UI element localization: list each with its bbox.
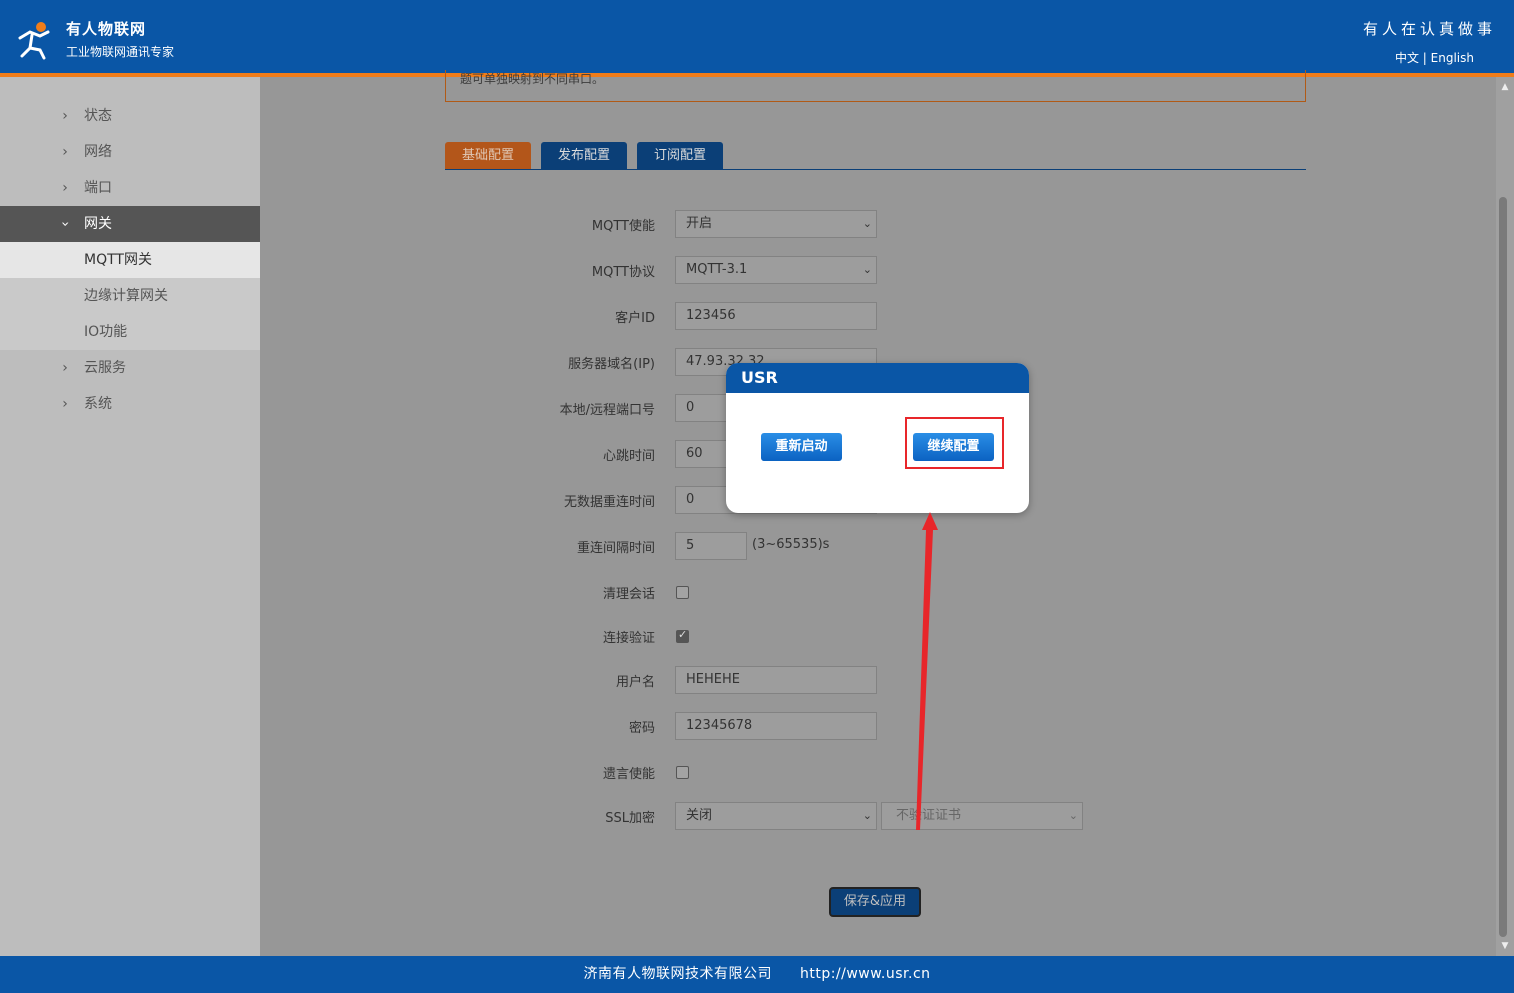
- notice-box: 题可单独映射到不同串口。: [445, 70, 1306, 102]
- chevron-right-icon: ›: [62, 108, 68, 124]
- reconnect-interval-input[interactable]: 5: [675, 532, 747, 560]
- no-data-reconnect-label: 无数据重连时间: [563, 495, 655, 510]
- select-value: 开启: [686, 216, 713, 231]
- annotation-highlight-box: [905, 417, 1004, 469]
- restart-button[interactable]: 重新启动: [761, 433, 842, 461]
- sidebar-item-label: 系统: [84, 396, 112, 412]
- lang-zh-link[interactable]: 中文: [1395, 51, 1419, 65]
- clean-session-label: 清理会话: [602, 587, 655, 602]
- tab-basic-config[interactable]: 基础配置: [445, 142, 531, 170]
- footer-url[interactable]: http://www.usr.cn: [800, 966, 931, 982]
- sidebar-item-cloud[interactable]: › 云服务: [0, 350, 260, 386]
- lang-en-link[interactable]: English: [1431, 51, 1474, 65]
- slogan: 有人在认真做事: [1362, 20, 1496, 38]
- dialog-title: USR: [726, 363, 1029, 393]
- annotation-arrow-icon: [916, 512, 938, 830]
- sidebar-item-system[interactable]: › 系统: [0, 386, 260, 422]
- will-enable-label: 遗言使能: [602, 767, 655, 782]
- scroll-down-icon[interactable]: ▼: [1496, 938, 1514, 954]
- mqtt-enable-label: MQTT使能: [591, 219, 655, 234]
- scroll-up-icon[interactable]: ▲: [1496, 79, 1514, 95]
- sidebar-subitem-label: MQTT网关: [84, 252, 152, 268]
- clean-session-checkbox[interactable]: [676, 586, 689, 599]
- scrollbar-thumb[interactable]: [1499, 197, 1507, 937]
- sidebar-subitem-label: 边缘计算网关: [84, 288, 168, 304]
- lang-separator: |: [1418, 51, 1431, 65]
- select-value: MQTT-3.1: [686, 262, 748, 277]
- chevron-down-icon: ⌄: [862, 263, 872, 276]
- sidebar-item-label: 状态: [84, 108, 112, 124]
- sidebar-item-port[interactable]: › 端口: [0, 170, 260, 206]
- sidebar-item-gateway[interactable]: › 网关: [0, 206, 260, 242]
- sidebar-item-status[interactable]: › 状态: [0, 98, 260, 134]
- sidebar-subitem-io[interactable]: IO功能: [0, 314, 260, 350]
- sidebar-subitem-mqtt-gateway[interactable]: MQTT网关: [0, 242, 260, 278]
- reconnect-interval-label: 重连间隔时间: [576, 541, 655, 556]
- chevron-down-icon: ⌄: [862, 809, 872, 822]
- username-label: 用户名: [615, 675, 655, 690]
- server-label: 服务器域名(IP): [568, 357, 655, 372]
- ssl-label: SSL加密: [605, 811, 655, 826]
- chevron-down-icon: ⌄: [1068, 809, 1078, 822]
- port-label: 本地/远程端口号: [559, 403, 655, 418]
- brand-name: 有人物联网: [66, 20, 147, 38]
- footer-company: 济南有人物联网技术有限公司: [583, 966, 772, 982]
- mqtt-protocol-select[interactable]: MQTT-3.1 ⌄: [675, 256, 877, 284]
- sidebar-item-label: 网关: [84, 216, 112, 232]
- chevron-down-icon: ⌄: [862, 217, 872, 230]
- will-enable-checkbox[interactable]: [676, 766, 689, 779]
- ssl-select[interactable]: 关闭 ⌄: [675, 802, 877, 830]
- sidebar-item-label: 网络: [84, 144, 112, 160]
- sidebar-subitem-edge-gateway[interactable]: 边缘计算网关: [0, 278, 260, 314]
- select-value: 关闭: [686, 808, 713, 823]
- client-id-label: 客户ID: [615, 311, 655, 326]
- sidebar-item-label: 云服务: [84, 360, 126, 376]
- tab-underline: [445, 169, 1306, 170]
- chevron-right-icon: ›: [62, 396, 68, 412]
- page-footer: 济南有人物联网技术有限公司 http://www.usr.cn: [0, 956, 1514, 993]
- mqtt-enable-select[interactable]: 开启 ⌄: [675, 210, 877, 238]
- username-input[interactable]: HEHEHE: [675, 666, 877, 694]
- conn-auth-label: 连接验证: [602, 631, 655, 646]
- chevron-down-icon: ›: [57, 221, 73, 227]
- tab-subscribe-config[interactable]: 订阅配置: [637, 142, 723, 170]
- sidebar-item-label: 端口: [84, 180, 112, 196]
- top-header: 有人物联网 工业物联网通讯专家 有人在认真做事 中文 | English: [0, 0, 1514, 73]
- notice-text: 题可单独映射到不同串口。: [460, 72, 605, 86]
- language-switch: 中文 | English: [1395, 49, 1474, 66]
- usr-logo-icon: [18, 22, 50, 60]
- client-id-input[interactable]: 123456: [675, 302, 877, 330]
- password-label: 密码: [628, 721, 655, 736]
- sidebar-subitem-label: IO功能: [84, 324, 128, 340]
- chevron-right-icon: ›: [62, 360, 68, 376]
- chevron-right-icon: ›: [62, 180, 68, 196]
- chevron-right-icon: ›: [62, 144, 68, 160]
- brand-subtitle: 工业物联网通讯专家: [66, 45, 175, 59]
- sidebar-item-network[interactable]: › 网络: [0, 134, 260, 170]
- conn-auth-checkbox[interactable]: [676, 628, 689, 643]
- page-scrollbar[interactable]: ▲ ▼: [1496, 77, 1514, 956]
- heartbeat-label: 心跳时间: [602, 449, 655, 464]
- mqtt-protocol-label: MQTT协议: [591, 265, 655, 280]
- reconnect-interval-hint: (3~65535)s: [752, 537, 830, 552]
- tab-publish-config[interactable]: 发布配置: [541, 142, 627, 170]
- password-input[interactable]: 12345678: [675, 712, 877, 740]
- sidebar: › 状态 › 网络 › 端口 › 网关 MQTT网关 边缘计算网关 IO功能 ›…: [0, 77, 260, 956]
- save-apply-button[interactable]: 保存&应用: [829, 887, 921, 917]
